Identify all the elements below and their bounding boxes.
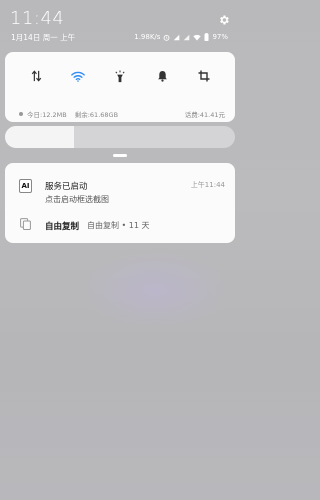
wifi-toggle[interactable] [68, 66, 88, 86]
status-indicators: 1.98K/s 97% [134, 33, 228, 41]
status-bar: 11:44 1月14日 周一 上午 1.98K/s 97% [0, 0, 240, 46]
data-remaining: 剩余:61.68GB [74, 111, 119, 119]
alarm-icon [164, 34, 170, 41]
notification-title: 服务已启动 [45, 182, 88, 192]
app-name: 自由复制 [45, 222, 80, 232]
app-ai-icon: AI [19, 179, 32, 193]
data-usage-row: 今日:12.2MB 剩余:61.68GB 话费:41.41元 [19, 109, 225, 119]
phone-balance: 话费:41.41元 [184, 111, 225, 119]
quick-toggle-row [5, 66, 235, 86]
usage-dot-icon [19, 112, 23, 116]
net-speed: 1.98K/s [134, 33, 161, 41]
mobile-data-toggle[interactable] [26, 66, 46, 86]
battery-percent: 97% [212, 33, 228, 41]
brightness-fill [5, 126, 74, 148]
notification-group-meta: 自由复制 • 11 天 [87, 221, 150, 230]
notification-toggle[interactable] [152, 66, 172, 86]
drag-handle[interactable] [113, 154, 127, 157]
battery-icon [204, 33, 209, 41]
wifi-icon [193, 34, 202, 40]
copy-icon [20, 218, 31, 230]
quick-settings-panel: 今日:12.2MB 剩余:61.68GB 话费:41.41元 [5, 52, 235, 122]
data-today: 今日:12.2MB [27, 111, 67, 119]
bell-icon [157, 70, 167, 82]
brightness-slider[interactable] [5, 126, 235, 148]
data-arrows-icon [31, 70, 41, 82]
notification-time: 上午11:44 [190, 181, 225, 189]
wifi-icon [71, 71, 85, 82]
notification-card[interactable]: AI 服务已启动 上午11:44 点击启动框选截图 自由复制 自由复制 • 11… [5, 163, 235, 243]
crop-icon [198, 70, 210, 82]
flashlight-icon [115, 69, 125, 82]
flashlight-toggle[interactable] [110, 66, 130, 86]
notification-body: 点击启动框选截图 [45, 195, 109, 204]
background-glow [80, 250, 230, 330]
settings-gear-icon[interactable] [218, 14, 230, 26]
signal-icon [174, 34, 180, 40]
signal-icon-2 [184, 34, 190, 40]
date-label: 1月14日 周一 上午 [11, 33, 76, 42]
clock: 11:44 [10, 8, 65, 29]
screenshot-toggle[interactable] [194, 66, 214, 86]
